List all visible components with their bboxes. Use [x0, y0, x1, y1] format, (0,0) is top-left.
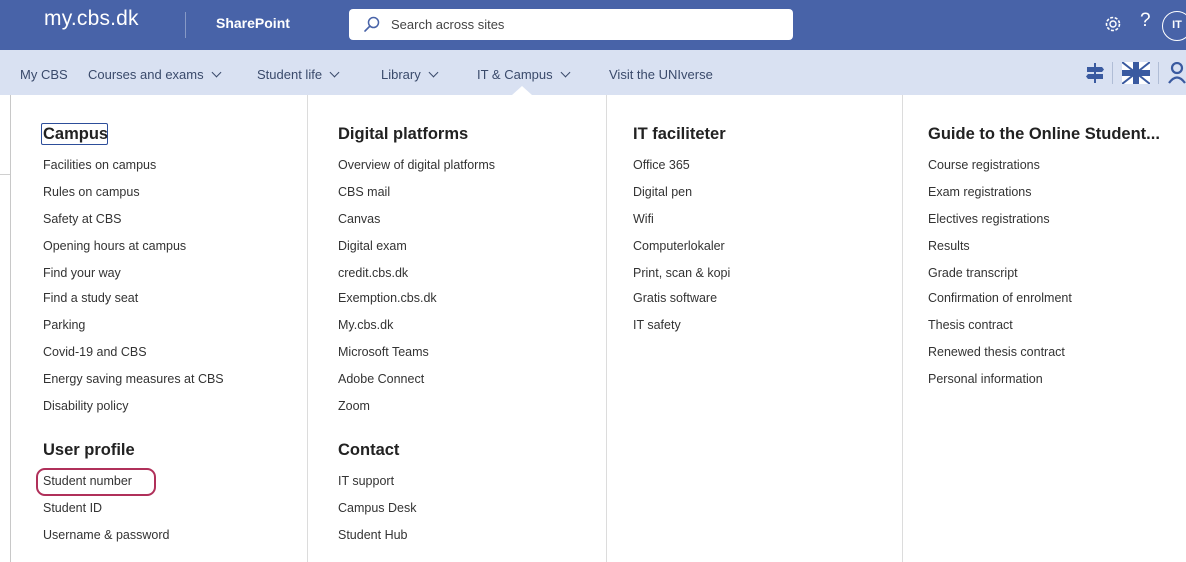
menu-link[interactable]: Print, scan & kopi [633, 266, 730, 280]
chevron-down-icon [211, 67, 222, 78]
nav-item-courses-and-exams[interactable]: Courses and exams [88, 67, 222, 82]
nav-item-label: Library [381, 67, 421, 82]
nav-item-label: My CBS [20, 67, 68, 82]
menu-link[interactable]: Safety at CBS [43, 212, 122, 226]
menu-link[interactable]: Adobe Connect [338, 372, 424, 386]
nav-item-label: Student life [257, 67, 323, 82]
nav-tools-divider [1112, 62, 1113, 84]
menu-link[interactable]: Wifi [633, 212, 654, 226]
menu-link[interactable]: Username & password [43, 528, 169, 542]
menu-link[interactable]: Digital pen [633, 185, 692, 199]
nav-tools-divider [1158, 62, 1159, 84]
heading-contact[interactable]: Contact [338, 441, 399, 460]
sharepoint-app-link[interactable]: SharePoint [216, 15, 290, 31]
chevron-down-icon [329, 67, 340, 78]
menu-link[interactable]: Opening hours at campus [43, 239, 186, 253]
avatar[interactable]: IT [1162, 11, 1186, 41]
nav-item-visit-the-universe[interactable]: Visit the UNIverse [609, 67, 713, 82]
menu-link[interactable]: Covid-19 and CBS [43, 345, 147, 359]
menu-link[interactable]: Exam registrations [928, 185, 1032, 199]
heading-digital-platforms[interactable]: Digital platforms [338, 125, 468, 144]
search-icon [364, 16, 380, 32]
search-input[interactable]: Search across sites [391, 17, 504, 32]
menu-link[interactable]: Electives registrations [928, 212, 1050, 226]
nav-item-library[interactable]: Library [381, 67, 439, 82]
menu-link[interactable]: Overview of digital platforms [338, 158, 495, 172]
nav-item-it-and-campus[interactable]: IT & Campus [477, 67, 571, 82]
help-icon[interactable]: ? [1140, 10, 1151, 32]
background-divider [0, 174, 10, 175]
menu-link[interactable]: Facilities on campus [43, 158, 156, 172]
menu-link[interactable]: IT support [338, 474, 394, 488]
menu-link[interactable]: Digital exam [338, 239, 407, 253]
nav-item-label: IT & Campus [477, 67, 553, 82]
menu-link[interactable]: Student ID [43, 501, 102, 515]
heading-guide-online-student[interactable]: Guide to the Online Student... [928, 125, 1160, 144]
menu-link[interactable]: CBS mail [338, 185, 390, 199]
gear-icon[interactable] [1103, 14, 1123, 34]
nav-item-label: Visit the UNIverse [609, 67, 713, 82]
nav-item-my-cbs[interactable]: My CBS [20, 67, 68, 82]
menu-link[interactable]: Parking [43, 318, 85, 332]
menu-link[interactable]: Student Hub [338, 528, 408, 542]
menu-link[interactable]: Renewed thesis contract [928, 345, 1065, 359]
suite-bar: my.cbs.dk SharePoint Search across sites… [0, 0, 1186, 50]
column-divider [606, 95, 607, 562]
menu-link[interactable]: Confirmation of enrolment [928, 291, 1072, 305]
chevron-down-icon [428, 67, 439, 78]
menu-link[interactable]: Rules on campus [43, 185, 140, 199]
uk-flag-icon[interactable] [1122, 62, 1150, 84]
menu-link[interactable]: Energy saving measures at CBS [43, 372, 224, 386]
menu-link[interactable]: Zoom [338, 399, 370, 413]
menu-link[interactable]: credit.cbs.dk [338, 266, 408, 280]
menu-link[interactable]: Campus Desk [338, 501, 417, 515]
menu-link[interactable]: Gratis software [633, 291, 717, 305]
menu-link[interactable]: Grade transcript [928, 266, 1018, 280]
site-navigation: My CBS Courses and exams Student life Li… [0, 50, 1186, 95]
menu-link[interactable]: My.cbs.dk [338, 318, 393, 332]
heading-user-profile[interactable]: User profile [43, 441, 135, 460]
search-box[interactable]: Search across sites [349, 9, 793, 40]
menu-link[interactable]: Results [928, 239, 970, 253]
nav-item-student-life[interactable]: Student life [257, 67, 340, 82]
person-icon[interactable] [1168, 62, 1186, 84]
heading-it-faciliteter[interactable]: IT faciliteter [633, 125, 726, 144]
menu-link-student-number[interactable]: Student number [43, 474, 132, 488]
it-campus-mega-menu: Campus Facilities on campus Rules on cam… [11, 95, 1186, 562]
menu-link[interactable]: Course registrations [928, 158, 1040, 172]
menu-link[interactable]: Thesis contract [928, 318, 1013, 332]
column-divider [307, 95, 308, 562]
menu-link[interactable]: Canvas [338, 212, 380, 226]
suite-bar-divider [185, 12, 186, 38]
signpost-icon[interactable] [1085, 62, 1105, 84]
menu-link[interactable]: Find a study seat [43, 291, 138, 305]
menu-link[interactable]: Disability policy [43, 399, 128, 413]
menu-link[interactable]: Find your way [43, 266, 121, 280]
heading-campus[interactable]: Campus [43, 125, 108, 144]
nav-item-label: Courses and exams [88, 67, 204, 82]
site-name-link[interactable]: my.cbs.dk [44, 7, 139, 31]
menu-link[interactable]: Microsoft Teams [338, 345, 429, 359]
menu-link[interactable]: Office 365 [633, 158, 690, 172]
menu-link[interactable]: Computerlokaler [633, 239, 725, 253]
column-divider [902, 95, 903, 562]
menu-link[interactable]: Personal information [928, 372, 1043, 386]
menu-link[interactable]: IT safety [633, 318, 681, 332]
active-nav-pointer [512, 86, 532, 95]
chevron-down-icon [560, 67, 571, 78]
menu-link[interactable]: Exemption.cbs.dk [338, 291, 437, 305]
